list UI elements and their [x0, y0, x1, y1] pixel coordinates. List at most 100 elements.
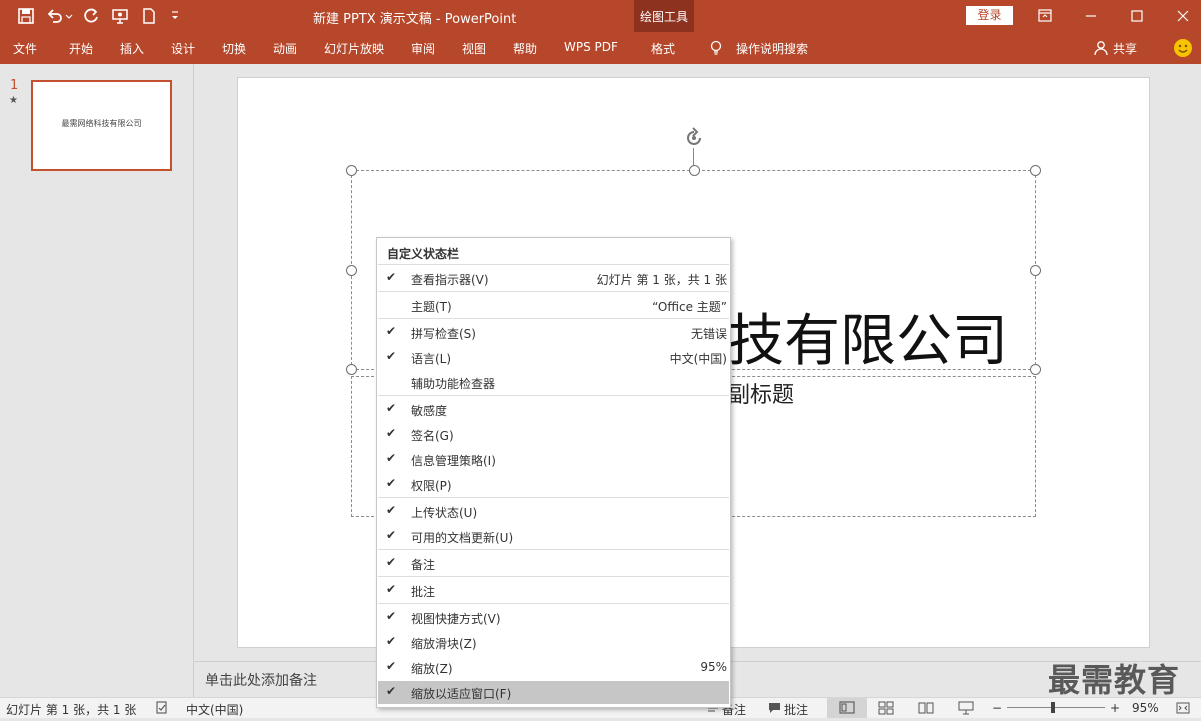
menu-item-label: 上传状态(U) [411, 506, 478, 520]
share-person-icon[interactable] [1094, 40, 1108, 56]
tab-transitions[interactable]: 切换 [222, 40, 246, 57]
checkmark-icon: ✔ [386, 684, 397, 698]
menu-separator [378, 497, 729, 498]
resize-handle-right[interactable] [1030, 265, 1041, 276]
checkmark-icon: ✔ [386, 476, 397, 490]
menu-item-label: 缩放(Z) [411, 662, 453, 676]
menu-item-view-indicator[interactable]: ✔ 查看指示器(V) 幻灯片 第 1 张，共 1 张 [378, 267, 729, 290]
smiley-feedback-icon[interactable] [1174, 39, 1192, 57]
menu-item-accessibility-checker[interactable]: 辅助功能检查器 [378, 371, 729, 394]
checkmark-icon: ✔ [386, 634, 397, 648]
undo-dropdown-icon[interactable] [64, 6, 74, 26]
drawing-tools-label: 绘图工具 [639, 10, 688, 24]
tab-wps-pdf[interactable]: WPS PDF [564, 40, 618, 54]
tab-animations[interactable]: 动画 [273, 40, 297, 57]
tab-review[interactable]: 审阅 [411, 40, 435, 57]
menu-item-value: 幻灯片 第 1 张，共 1 张 [596, 273, 727, 287]
menu-item-value: 95% [700, 660, 727, 674]
checkmark-icon: ✔ [386, 582, 397, 596]
customize-qat-icon[interactable] [168, 6, 182, 26]
menu-item-info-policy[interactable]: ✔ 信息管理策略(I) [378, 448, 729, 471]
menu-item-label: 拼写检查(S) [411, 327, 476, 341]
reading-view-icon[interactable] [918, 701, 934, 715]
resize-handle-bottom-left[interactable] [346, 364, 357, 375]
checkmark-icon: ✔ [386, 528, 397, 542]
menu-separator [378, 549, 729, 550]
menu-item-label: 缩放滑块(Z) [411, 637, 477, 651]
zoom-out-button[interactable]: − [992, 701, 1002, 715]
share-button[interactable]: 共享 [1113, 40, 1137, 57]
new-file-icon[interactable] [139, 6, 159, 26]
menu-item-sensitivity[interactable]: ✔ 敏感度 [378, 398, 729, 421]
menu-item-label: 辅助功能检查器 [411, 377, 496, 391]
lightbulb-icon [709, 40, 723, 56]
menu-item-zoom[interactable]: ✔ 缩放(Z) 95% [378, 656, 729, 679]
menu-item-value: 中文(中国) [669, 352, 727, 366]
menu-item-language[interactable]: ✔ 语言(L) 中文(中国) [378, 346, 729, 369]
save-icon[interactable] [16, 6, 36, 26]
zoom-percent[interactable]: 95% [1132, 701, 1159, 715]
normal-view-button[interactable] [827, 698, 867, 718]
menu-item-signatures[interactable]: ✔ 签名(G) [378, 423, 729, 446]
slideshow-view-icon[interactable] [958, 701, 974, 715]
fit-to-window-icon[interactable] [1175, 701, 1191, 715]
tab-design[interactable]: 设计 [171, 40, 195, 57]
tab-slideshow[interactable]: 幻灯片放映 [324, 40, 384, 57]
menu-item-spellcheck[interactable]: ✔ 拼写检查(S) 无错误 [378, 321, 729, 344]
resize-handle-left[interactable] [346, 265, 357, 276]
menu-separator [378, 291, 729, 292]
checkmark-icon: ✔ [386, 555, 397, 569]
menu-item-label: 缩放以适应窗口(F) [411, 687, 512, 701]
menu-item-label: 备注 [411, 558, 436, 572]
ribbon-tabs: 文件 开始 插入 设计 切换 动画 幻灯片放映 审阅 视图 帮助 WPS PDF… [0, 32, 1201, 64]
undo-icon[interactable] [45, 6, 65, 26]
menu-item-upload-status[interactable]: ✔ 上传状态(U) [378, 500, 729, 523]
menu-item-permissions[interactable]: ✔ 权限(P) [378, 473, 729, 496]
menu-item-label: 主题(T) [411, 300, 452, 314]
comments-status-icon[interactable] [768, 702, 781, 714]
menu-item-label: 批注 [411, 585, 436, 599]
menu-item-comments[interactable]: ✔ 批注 [378, 579, 729, 602]
rotate-handle-icon[interactable] [682, 126, 706, 150]
present-from-start-icon[interactable] [110, 6, 130, 26]
maximize-icon[interactable] [1114, 0, 1160, 32]
slide-subtitle-text[interactable]: 副标题 [728, 377, 794, 409]
tab-view[interactable]: 视图 [462, 40, 486, 57]
menu-separator [378, 264, 729, 265]
spellcheck-icon[interactable] [155, 701, 169, 715]
menu-item-notes[interactable]: ✔ 备注 [378, 552, 729, 575]
close-icon[interactable] [1160, 0, 1201, 32]
zoom-slider-thumb[interactable] [1051, 702, 1056, 713]
tab-help[interactable]: 帮助 [513, 40, 537, 57]
tab-file[interactable]: 文件 [13, 40, 37, 57]
menu-item-label: 敏感度 [411, 404, 448, 418]
zoom-in-button[interactable]: + [1110, 701, 1120, 715]
watermark-logo: 最需教育 [1048, 661, 1181, 699]
slide-thumbnail[interactable]: 最需网络科技有限公司 [31, 80, 172, 171]
resize-handle-top[interactable] [689, 165, 700, 176]
slide-title-text[interactable]: 技有限公司 [728, 296, 1008, 377]
menu-item-document-updates[interactable]: ✔ 可用的文档更新(U) [378, 525, 729, 548]
notes-placeholder[interactable]: 单击此处添加备注 [205, 670, 317, 690]
resize-handle-top-right[interactable] [1030, 165, 1041, 176]
resize-handle-top-left[interactable] [346, 165, 357, 176]
menu-item-view-shortcuts[interactable]: ✔ 视图快捷方式(V) [378, 606, 729, 629]
resize-handle-bottom-right[interactable] [1030, 364, 1041, 375]
slide-sorter-icon[interactable] [878, 701, 894, 715]
tell-me-search[interactable]: 操作说明搜索 [736, 40, 808, 57]
minimize-icon[interactable] [1068, 0, 1114, 32]
menu-item-zoom-slider[interactable]: ✔ 缩放滑块(Z) [378, 631, 729, 654]
login-button[interactable]: 登录 [966, 6, 1013, 25]
menu-item-fit-to-window[interactable]: ✔ 缩放以适应窗口(F) [378, 681, 729, 704]
ribbon-display-options-icon[interactable] [1022, 0, 1068, 32]
status-language[interactable]: 中文(中国) [186, 701, 243, 718]
menu-separator [378, 318, 729, 319]
redo-icon[interactable] [81, 6, 101, 26]
menu-item-theme[interactable]: 主题(T) “Office 主题” [378, 294, 729, 317]
tab-format[interactable]: 格式 [651, 40, 675, 57]
title-bar: 新建 PPTX 演示文稿 - PowerPoint [0, 0, 1201, 32]
tab-insert[interactable]: 插入 [120, 40, 144, 57]
zoom-slider-track[interactable] [1007, 707, 1105, 708]
tab-home[interactable]: 开始 [69, 40, 93, 57]
status-comments-button[interactable]: 批注 [784, 701, 808, 718]
